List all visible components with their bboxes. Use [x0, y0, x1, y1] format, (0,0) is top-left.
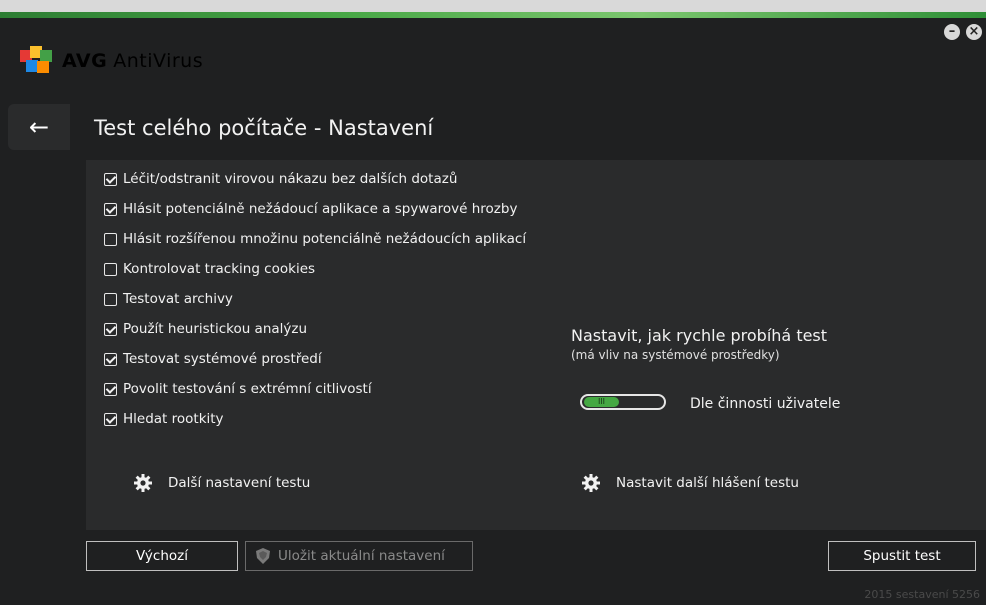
- app-title: AVG AntiVirus: [62, 50, 204, 72]
- page-title: Test celého počítače - Nastavení: [94, 116, 434, 140]
- option-row[interactable]: Kontrolovat tracking cookies: [104, 261, 315, 277]
- checkbox[interactable]: [104, 322, 117, 336]
- option-label: Hlásit potenciálně nežádoucí aplikace a …: [123, 201, 518, 217]
- option-label: Testovat systémové prostředí: [123, 351, 322, 367]
- option-row[interactable]: Použít heuristickou analýzu: [104, 321, 307, 337]
- checkbox[interactable]: [104, 292, 117, 306]
- option-label: Použít heuristickou analýzu: [123, 321, 308, 337]
- option-row[interactable]: Léčit/odstranit virovou nákazu bez další…: [104, 171, 457, 187]
- option-label: Hledat rootkity: [123, 411, 224, 427]
- checkbox[interactable]: [104, 232, 117, 246]
- more-settings-label: Další nastavení testu: [168, 475, 311, 491]
- checkbox[interactable]: [104, 172, 117, 186]
- default-button[interactable]: Výchozí: [86, 541, 238, 571]
- option-row[interactable]: Hlásit rozšířenou množinu potenciálně ne…: [104, 231, 526, 247]
- run-test-button[interactable]: Spustit test: [828, 541, 976, 571]
- more-reports-label: Nastavit další hlášení testu: [616, 475, 799, 491]
- app-logo: AVG AntiVirus: [20, 46, 203, 76]
- save-settings-label: Uložit aktuální nastavení: [278, 548, 445, 564]
- arrow-left-icon: ←: [28, 113, 50, 141]
- option-label: Kontrolovat tracking cookies: [123, 261, 316, 277]
- version-label: 2015 sestavení 5256: [864, 588, 980, 601]
- speed-title: Nastavit, jak rychle probíhá test: [571, 326, 828, 345]
- speed-value-label: Dle činnosti uživatele: [690, 396, 841, 412]
- checkbox[interactable]: [104, 412, 117, 426]
- save-settings-button[interactable]: Uložit aktuální nastavení: [245, 541, 473, 571]
- more-settings-link[interactable]: Další nastavení testu: [134, 474, 310, 492]
- avg-logo-icon: [20, 46, 54, 76]
- option-row[interactable]: Testovat systémové prostředí: [104, 351, 322, 367]
- checkbox[interactable]: [104, 382, 117, 396]
- option-row[interactable]: Hlásit potenciálně nežádoucí aplikace a …: [104, 201, 517, 217]
- speed-subtitle: (má vliv na systémové prostředky): [571, 348, 780, 362]
- option-row[interactable]: Hledat rootkity: [104, 411, 224, 427]
- option-label: Léčit/odstranit virovou nákazu bez další…: [123, 171, 458, 187]
- option-row[interactable]: Povolit testování s extrémní citlivostí: [104, 381, 372, 397]
- slider-handle[interactable]: III: [584, 397, 619, 407]
- minimize-button[interactable]: –: [944, 24, 960, 40]
- more-reports-link[interactable]: Nastavit další hlášení testu: [582, 474, 799, 492]
- option-label: Povolit testování s extrémní citlivostí: [123, 381, 372, 397]
- checkbox[interactable]: [104, 352, 117, 366]
- checkbox[interactable]: [104, 202, 117, 216]
- close-button[interactable]: ×: [966, 24, 982, 40]
- option-label: Testovat archivy: [123, 291, 233, 307]
- speed-slider[interactable]: III: [580, 394, 666, 410]
- checkbox[interactable]: [104, 262, 117, 276]
- back-button[interactable]: ←: [8, 104, 70, 150]
- shield-icon: [256, 548, 270, 564]
- gear-icon: [582, 474, 600, 492]
- gear-icon: [134, 474, 152, 492]
- accent-bar: [0, 12, 986, 18]
- option-label: Hlásit rozšířenou množinu potenciálně ne…: [123, 231, 527, 247]
- option-row[interactable]: Testovat archivy: [104, 291, 233, 307]
